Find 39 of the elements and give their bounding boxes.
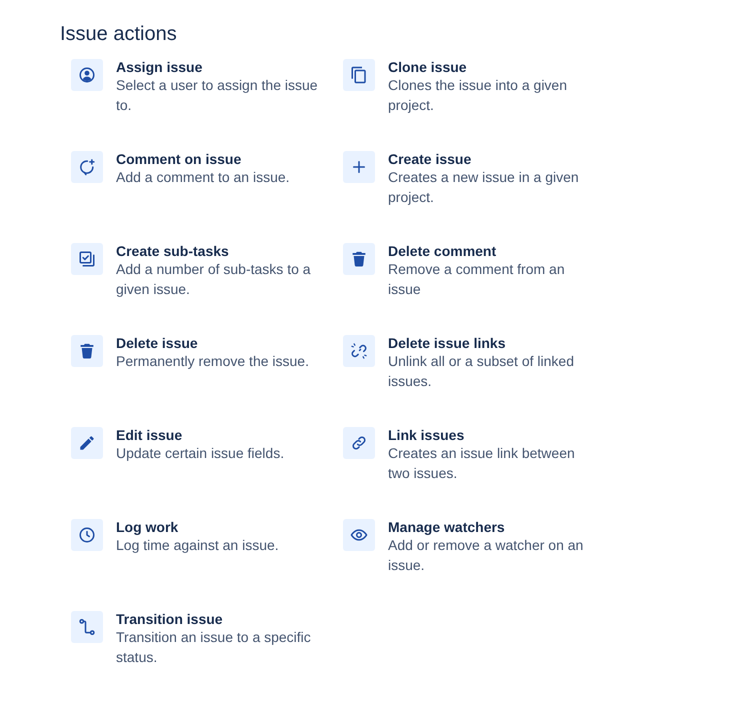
- action-description: Add or remove a watcher on an issue.: [388, 536, 584, 575]
- action-title: Delete issue links: [388, 335, 506, 351]
- action-description: Clones the issue into a given project.: [388, 76, 568, 115]
- action-description: Add a number of sub-tasks to a given issue.: [116, 260, 312, 299]
- clock-icon: [71, 519, 103, 551]
- action-title: Clone issue: [388, 59, 467, 75]
- action-description: Log time against an issue.: [116, 536, 279, 555]
- copy-icon: [343, 59, 375, 91]
- action-description: Transition an issue to a specific status.: [116, 628, 312, 667]
- action-description: Permanently remove the issue.: [116, 352, 309, 371]
- action-title: Log work: [116, 519, 178, 535]
- action-title: Create issue: [388, 151, 472, 167]
- action-description: Remove a comment from an issue: [388, 260, 566, 299]
- action-title: Manage watchers: [388, 519, 505, 535]
- action-title: Edit issue: [116, 427, 182, 443]
- eye-icon: [343, 519, 375, 551]
- action-title: Delete comment: [388, 243, 496, 259]
- stacked-checkbox-icon: [71, 243, 103, 275]
- plus-icon: [343, 151, 375, 183]
- pencil-icon: [71, 427, 103, 459]
- broken-link-icon: [343, 335, 375, 367]
- action-title: Comment on issue: [116, 151, 242, 167]
- action-title: Link issues: [388, 427, 464, 443]
- action-description: Creates an issue link between two issues.: [388, 444, 576, 483]
- action-description: Update certain issue fields.: [116, 444, 284, 463]
- action-title: Delete issue: [116, 335, 198, 351]
- action-description: Creates a new issue in a given project.: [388, 168, 580, 207]
- comment-plus-icon: [71, 151, 103, 183]
- action-description: Unlink all or a subset of linked issues.: [388, 352, 575, 391]
- route-icon: [71, 611, 103, 643]
- link-icon: [343, 427, 375, 459]
- action-title: Assign issue: [116, 59, 202, 75]
- trash-icon: [343, 243, 375, 275]
- section-heading: Issue actions: [60, 22, 178, 46]
- action-description: Add a comment to an issue.: [116, 168, 290, 187]
- trash-icon: [71, 335, 103, 367]
- action-description: Select a user to assign the issue to.: [116, 76, 319, 115]
- action-title: Transition issue: [116, 611, 223, 627]
- action-title: Create sub-tasks: [116, 243, 229, 259]
